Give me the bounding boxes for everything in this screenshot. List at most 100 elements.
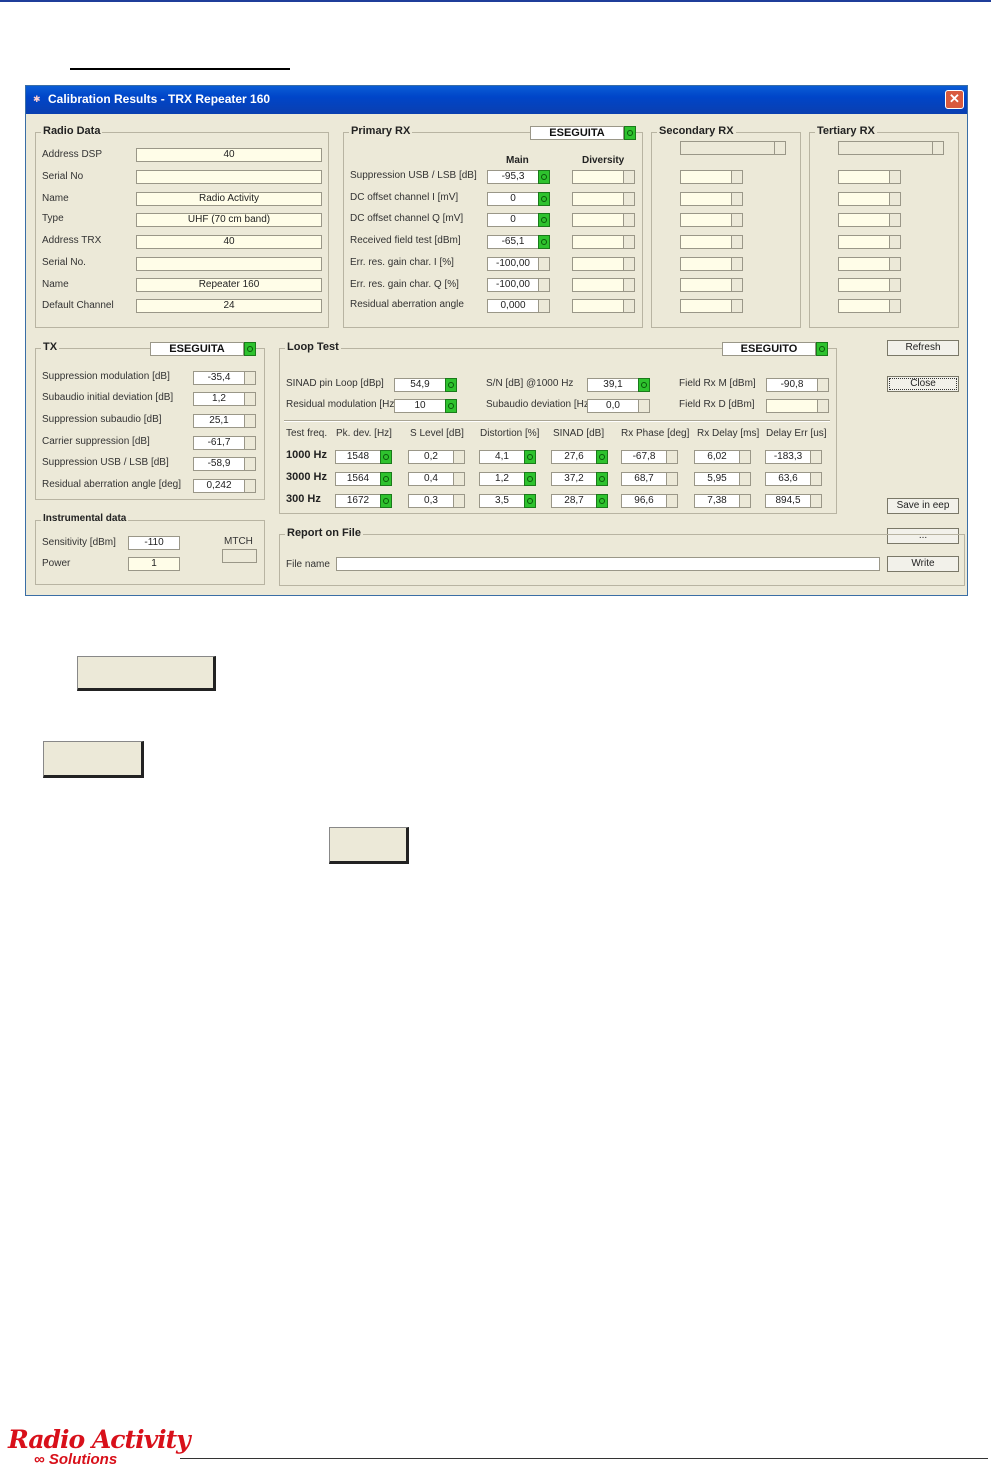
residual-modulation-field[interactable]: 10 [394,399,446,413]
tx-value-field[interactable]: 0,242 [193,479,245,493]
subaudio-deviation-field[interactable]: 0,0 [587,399,639,413]
primary-rx-label: Err. res. gain char. I [%] [350,257,454,268]
primary-main-field[interactable]: 0,000 [487,299,539,313]
secondary-rx-field[interactable] [680,257,732,271]
status-led-icon [889,170,901,184]
pk-dev-field[interactable]: 1672 [335,494,381,508]
status-led-icon [596,494,608,508]
primary-diversity-field[interactable] [572,299,624,313]
sinad-field[interactable]: 27,6 [551,450,597,464]
status-led-icon [666,450,678,464]
distortion-field[interactable]: 3,5 [479,494,525,508]
s-level-field[interactable]: 0,3 [408,494,454,508]
distortion-field[interactable]: 4,1 [479,450,525,464]
secondary-rx-field[interactable] [680,170,732,184]
tertiary-rx-field[interactable] [838,170,890,184]
primary-diversity-field[interactable] [572,257,624,271]
primary-main-field[interactable]: 0 [487,192,539,206]
window-close-button[interactable]: ✕ [945,90,964,109]
sn-label: S/N [dB] @1000 Hz [486,378,574,389]
rx-delay-field[interactable]: 5,95 [694,472,740,486]
secondary-rx-field[interactable] [680,192,732,206]
s-level-field[interactable]: 0,4 [408,472,454,486]
status-led-icon [810,472,822,486]
status-led-icon [638,378,650,392]
radio-data-label: Address DSP [42,149,103,160]
serial-no-field[interactable] [136,170,322,184]
primary-diversity-field[interactable] [572,235,624,249]
test-frequency: 300 Hz [286,493,321,505]
secondary-rx-field[interactable] [680,278,732,292]
sensitivity-field[interactable]: -110 [128,536,180,550]
tx-value-field[interactable]: -58,9 [193,457,245,471]
address-trx-field[interactable]: 40 [136,235,322,249]
status-led-icon [445,378,457,392]
file-name-input[interactable] [336,557,880,571]
rx-phase-field[interactable]: 68,7 [621,472,667,486]
primary-main-field[interactable]: -100,00 [487,257,539,271]
subaudio-deviation-label: Subaudio deviation [Hz] [486,399,592,410]
rx-phase-field[interactable]: 96,6 [621,494,667,508]
secondary-rx-field[interactable] [680,235,732,249]
refresh-button[interactable]: Refresh [887,340,959,356]
sinad-field[interactable]: 28,7 [551,494,597,508]
field-rx-d-label: Field Rx D [dBm] [679,399,755,410]
tertiary-rx-field[interactable] [838,235,890,249]
tertiary-rx-field[interactable] [838,257,890,271]
primary-diversity-field[interactable] [572,192,624,206]
write-button[interactable]: Write [887,556,959,572]
s-level-field[interactable]: 0,2 [408,450,454,464]
rx-delay-field[interactable]: 7,38 [694,494,740,508]
primary-diversity-field[interactable] [572,278,624,292]
sinad-field[interactable]: 37,2 [551,472,597,486]
tx-value-field[interactable]: -35,4 [193,371,245,385]
radio-name-field[interactable]: Radio Activity [136,192,322,206]
status-led-icon [666,494,678,508]
tertiary-rx-field[interactable] [838,192,890,206]
status-led-icon [731,278,743,292]
secondary-rx-field[interactable] [680,299,732,313]
status-led-icon [380,494,392,508]
address-dsp-field[interactable]: 40 [136,148,322,162]
calibration-results-window: ✱ Calibration Results - TRX Repeater 160… [25,85,968,596]
delay-err-field[interactable]: 894,5 [765,494,811,508]
close-button[interactable]: Close [887,376,959,392]
save-in-eep-button[interactable]: Save in eep [887,498,959,514]
tertiary-rx-title: Tertiary RX [815,125,877,137]
primary-diversity-field[interactable] [572,213,624,227]
pk-dev-field[interactable]: 1564 [335,472,381,486]
button-illustration-close [43,741,144,778]
title-bar[interactable]: ✱ Calibration Results - TRX Repeater 160… [26,86,967,114]
status-led-icon [731,192,743,206]
field-rx-m-field[interactable]: -90,8 [766,378,818,392]
tertiary-rx-field[interactable] [838,299,890,313]
pk-dev-field[interactable]: 1548 [335,450,381,464]
primary-main-field[interactable]: -100,00 [487,278,539,292]
primary-rx-label: Err. res. gain char. Q [%] [350,279,459,290]
power-field[interactable]: 1 [128,557,180,571]
primary-main-field[interactable]: -65,1 [487,235,539,249]
rx-delay-field[interactable]: 6,02 [694,450,740,464]
status-led-icon [453,450,465,464]
primary-main-field[interactable]: 0 [487,213,539,227]
sinad-loop-field[interactable]: 54,9 [394,378,446,392]
trx-name-field[interactable]: Repeater 160 [136,278,322,292]
field-rx-d-field[interactable] [766,399,818,413]
tx-value-field[interactable]: -61,7 [193,436,245,450]
tx-value-field[interactable]: 25,1 [193,414,245,428]
primary-diversity-field[interactable] [572,170,624,184]
primary-main-field[interactable]: -95,3 [487,170,539,184]
trx-serial-no-field[interactable] [136,257,322,271]
tx-value-field[interactable]: 1,2 [193,392,245,406]
tertiary-rx-field[interactable] [838,213,890,227]
delay-err-field[interactable]: -183,3 [765,450,811,464]
sn-field[interactable]: 39,1 [587,378,639,392]
distortion-field[interactable]: 1,2 [479,472,525,486]
delay-err-field[interactable]: 63,6 [765,472,811,486]
rx-phase-field[interactable]: -67,8 [621,450,667,464]
tertiary-rx-field[interactable] [838,278,890,292]
status-led-icon [244,479,256,493]
secondary-rx-field[interactable] [680,213,732,227]
default-channel-field[interactable]: 24 [136,299,322,313]
type-field[interactable]: UHF (70 cm band) [136,213,322,227]
